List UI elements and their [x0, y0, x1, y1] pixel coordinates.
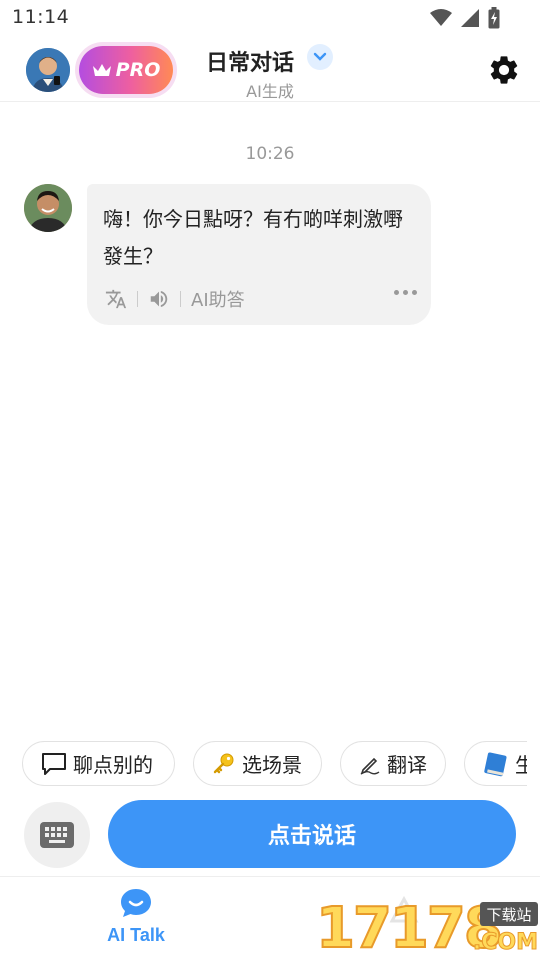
- wifi-icon: [430, 9, 452, 26]
- translate-icon[interactable]: [105, 288, 127, 310]
- chip-choose-scene[interactable]: 选场景: [193, 741, 322, 786]
- ai-assist-button[interactable]: AI助答: [191, 286, 245, 312]
- more-dot: [403, 290, 408, 295]
- chip-more[interactable]: 生: [464, 741, 527, 786]
- watermark-tag: 下载站: [480, 902, 538, 926]
- pro-badge-button[interactable]: PRO: [79, 46, 173, 94]
- chip-label: 翻译: [387, 753, 427, 777]
- speaker-icon[interactable]: [148, 288, 170, 310]
- nav-ai-talk[interactable]: AI Talk: [96, 887, 176, 946]
- chat-timestamp: 10:26: [245, 144, 295, 164]
- settings-button[interactable]: [486, 52, 522, 88]
- watermark-logo: 17178 下载站 .COM: [315, 897, 540, 960]
- toolbar-divider: [180, 291, 181, 307]
- more-dot: [412, 290, 417, 295]
- book-icon: [484, 752, 507, 776]
- key-icon: [213, 753, 234, 773]
- crown-icon: [92, 64, 111, 76]
- ai-avatar[interactable]: [24, 184, 72, 232]
- top-header: PRO 日常对话 AI生成: [0, 40, 540, 102]
- chip-label: 生: [515, 753, 527, 777]
- quick-action-chips: 聊点别的 选场景 翻译 生: [0, 741, 527, 787]
- keyboard-toggle-button[interactable]: [24, 802, 90, 868]
- pen-icon: [360, 757, 380, 775]
- toolbar-divider: [137, 291, 138, 307]
- battery-charging-icon: [488, 7, 500, 29]
- title-dropdown-button[interactable]: [307, 44, 333, 70]
- ai-message-bubble[interactable]: 嗨！你今日點呀？有冇啲咩刺激嘢發生？ AI助答: [87, 184, 431, 325]
- status-bar: 11:14: [0, 0, 540, 36]
- page-title[interactable]: 日常对话: [206, 45, 294, 77]
- chip-label: 选场景: [242, 753, 302, 777]
- nav-ai-talk-label: AI Talk: [107, 925, 165, 945]
- more-dot: [394, 290, 399, 295]
- pro-label: PRO: [115, 59, 161, 81]
- status-time: 11:14: [12, 6, 70, 28]
- keyboard-icon: [40, 822, 74, 848]
- press-to-speak-button[interactable]: 点击说话: [108, 800, 516, 868]
- page-subtitle: AI生成: [246, 82, 294, 101]
- gear-icon: [490, 56, 518, 84]
- chevron-down-icon: [313, 52, 327, 61]
- message-toolbar: AI助答: [105, 284, 245, 314]
- signal-icon: [461, 9, 479, 27]
- speech-bubble-icon: [42, 752, 66, 775]
- more-icon[interactable]: [394, 290, 417, 295]
- chat-icon: [121, 889, 151, 917]
- chip-chat-other[interactable]: 聊点别的: [22, 741, 175, 786]
- chip-label: 聊点别的: [73, 753, 153, 777]
- message-text: 嗨！你今日點呀？有冇啲咩刺激嘢發生？: [103, 207, 403, 268]
- chip-translate[interactable]: 翻译: [340, 741, 446, 786]
- user-avatar[interactable]: [26, 48, 70, 92]
- status-icons: [430, 7, 500, 29]
- watermark-suffix: .COM: [472, 930, 538, 956]
